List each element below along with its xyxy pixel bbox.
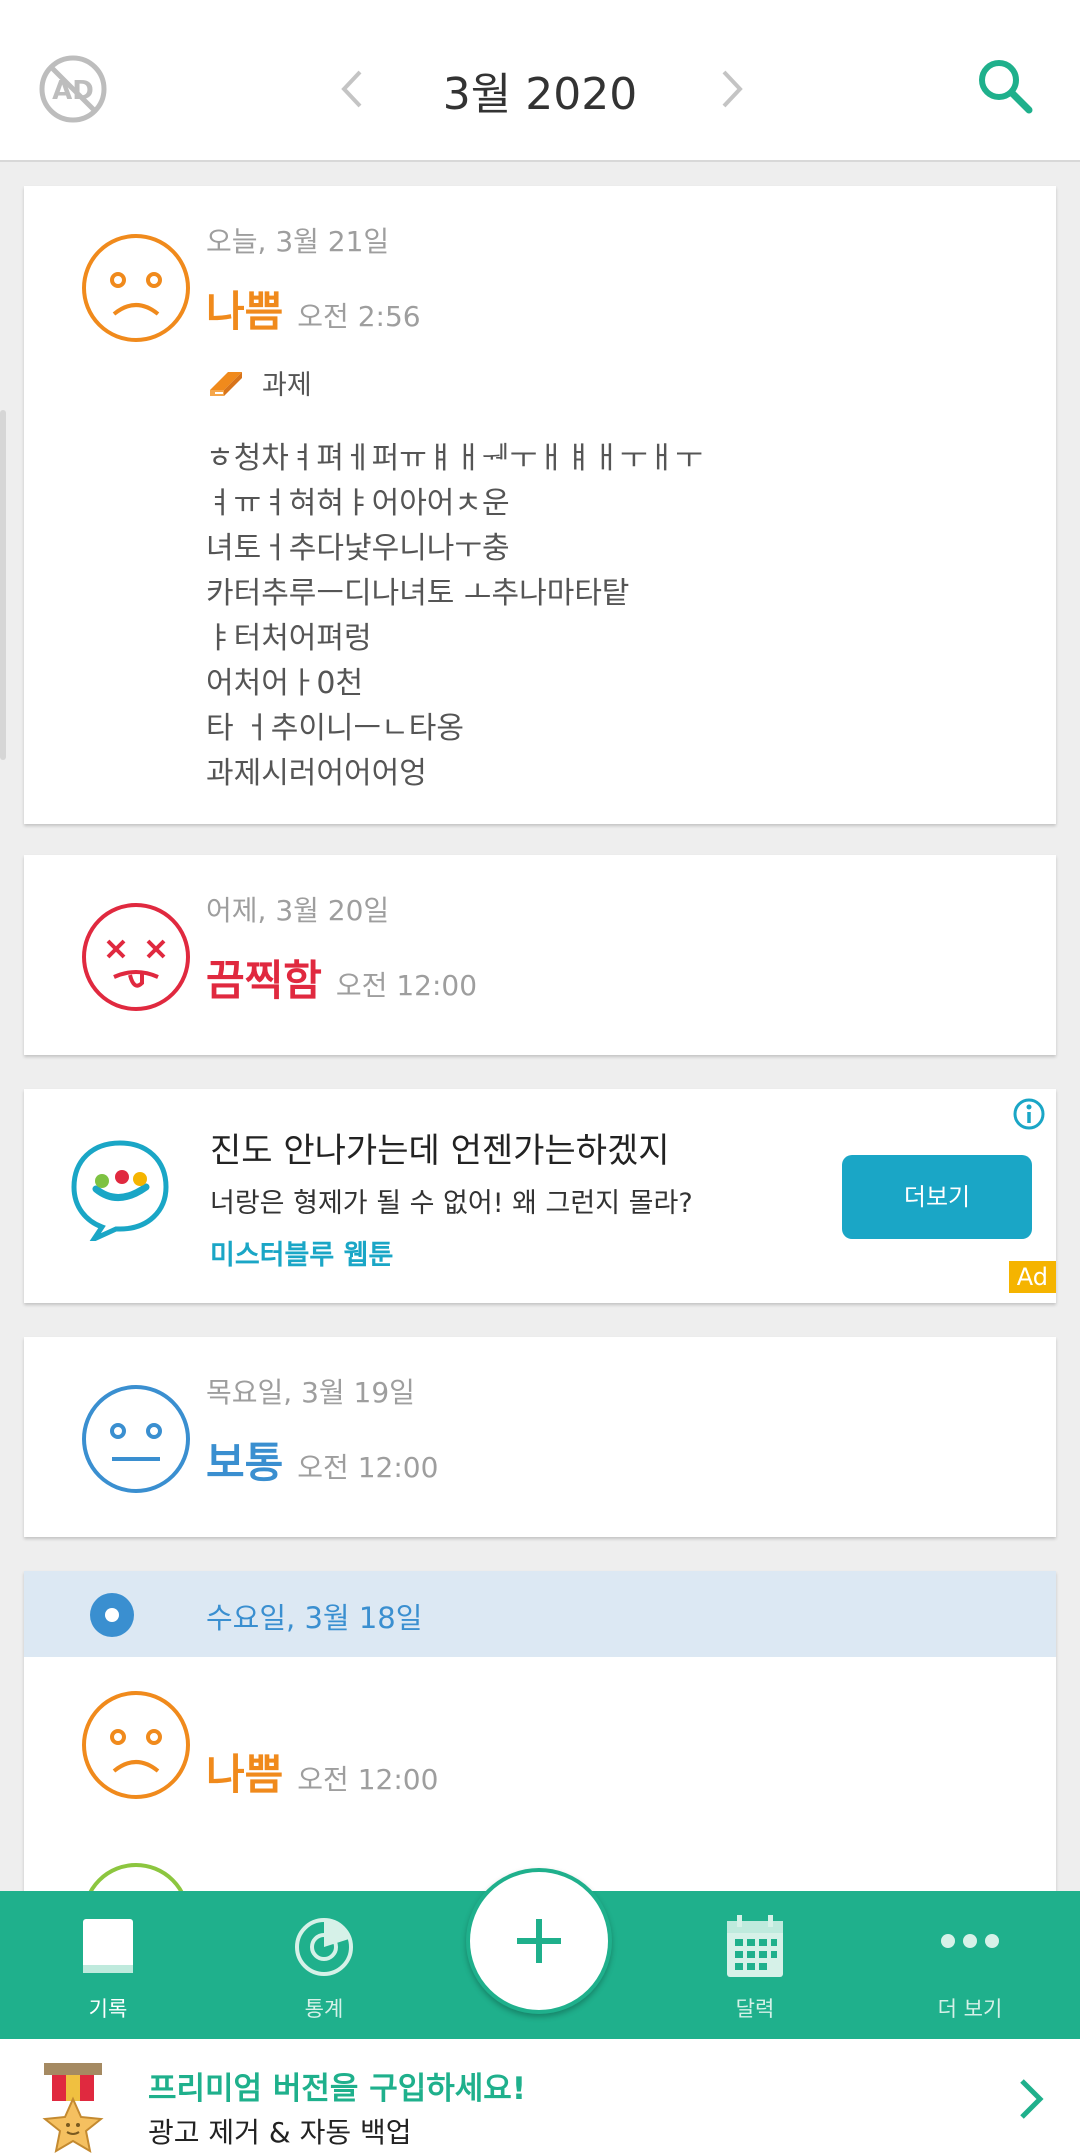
- note-line: 과제시러어어어엉: [206, 756, 427, 791]
- entry-note: ㅎ청차ㅕ펴ㅔ퍼ㅠㅒㅐᅰㅜㅐㅒㅐㅜㅐㅜ ㅕㅠㅕ혀혀ㅑ어아어ㅊ운 녀토ㅓ추다냧우니나…: [206, 436, 1006, 796]
- bad-mood-face-icon: [82, 234, 190, 342]
- ad-brand[interactable]: 미스터블루 웹툰: [210, 1233, 393, 1272]
- chevron-right-icon[interactable]: [1016, 2075, 1046, 2123]
- ad-more-button[interactable]: 더보기: [842, 1155, 1032, 1239]
- entry-card[interactable]: 목요일, 3월 19일 보통 오전 12:00: [24, 1337, 1056, 1537]
- previous-month-icon[interactable]: [332, 64, 372, 114]
- neutral-mood-face-icon: [82, 1385, 190, 1493]
- mood-label: 보통 오전 12:00: [206, 1429, 438, 1490]
- entry-card[interactable]: 어제, 3월 20일 끔찍함 오전 12:00: [24, 855, 1056, 1055]
- scroll-indicator[interactable]: [0, 410, 6, 760]
- entry-time: 오전 12:00: [297, 1451, 439, 1484]
- activity-tag: 과제: [206, 362, 312, 402]
- note-line: ㅕㅠㅕ혀혀ㅑ어아어ㅊ운: [206, 486, 510, 521]
- note-line: ㅑ터처어펴렁: [206, 621, 372, 656]
- premium-subtitle: 광고 제거 & 자동 백업: [148, 2116, 412, 2149]
- note-line: 녀토ㅓ추다냧우니나ㅜ충: [206, 531, 510, 566]
- entry-date: 오늘, 3월 21일: [206, 225, 390, 258]
- premium-banner[interactable]: 프리미엄 버전을 구입하세요! 광고 제거 & 자동 백업: [0, 2039, 1080, 2155]
- day-label: 수요일, 3월 18일: [206, 1601, 423, 1635]
- mood-label: 나쁨 오전 2:56: [206, 278, 421, 339]
- plus-icon: [517, 1919, 561, 1963]
- tag-label: 과제: [262, 369, 312, 401]
- mood-text: 나쁨: [206, 287, 284, 336]
- nav-label: 기록: [88, 1997, 128, 2021]
- nav-item-journal[interactable]: 기록: [33, 1891, 183, 2039]
- mood-text: 보통: [206, 1438, 284, 1487]
- note-line: 카터추루ㅡ디나녀토 ㅗ추나마타탙: [206, 576, 630, 611]
- ad-info-icon[interactable]: [1012, 1097, 1046, 1131]
- entry-time: 오전 12:00: [335, 969, 478, 1002]
- ad-body[interactable]: 너랑은 형제가 될 수 없어! 왜 그런지 몰라?: [210, 1181, 693, 1220]
- awful-mood-face-icon: [82, 903, 190, 1011]
- ad-free-icon[interactable]: AD: [38, 54, 108, 124]
- webtoon-logo-icon: [71, 1140, 169, 1241]
- entry-date: 목요일, 3월 19일: [206, 1376, 415, 1409]
- day-marker-icon: [90, 1593, 134, 1637]
- bad-mood-face-icon: [82, 1691, 190, 1799]
- nav-label: 통계: [304, 1997, 344, 2021]
- book-icon: [83, 1919, 133, 1973]
- top-bar: AD 3월 2020: [0, 0, 1080, 162]
- nav-item-calendar[interactable]: 달력: [680, 1891, 830, 2039]
- mood-text: 끔찍함: [206, 956, 322, 1005]
- day-header: 수요일, 3월 18일: [24, 1571, 1056, 1657]
- book-tag-icon: [210, 372, 242, 396]
- nav-label: 더 보기: [937, 1997, 1003, 2021]
- chart-icon: [295, 1918, 353, 1976]
- nav-item-stats[interactable]: 통계: [249, 1891, 399, 2039]
- entry-card[interactable]: 오늘, 3월 21일 나쁨 오전 2:56 과제 ㅎ청차ㅕ펴ㅔ퍼ㅠㅒㅐᅰㅜㅐㅒㅐㅜ…: [24, 186, 1056, 824]
- medal-icon: [42, 2063, 104, 2153]
- nav-label: 달력: [735, 1997, 775, 2021]
- premium-title: 프리미엄 버전을 구입하세요!: [148, 2071, 526, 2107]
- ad-badge: Ad: [1008, 1261, 1056, 1293]
- mood-label: 나쁨 오전 12:00: [206, 1741, 438, 1802]
- ad-headline[interactable]: 진도 안나가는데 언젠가는하겠지: [210, 1123, 670, 1172]
- nav-item-more[interactable]: 더 보기: [895, 1891, 1045, 2039]
- month-title: 3월 2020: [442, 69, 638, 120]
- ad-card[interactable]: 진도 안나가는데 언젠가는하겠지 너랑은 형제가 될 수 없어! 왜 그런지 몰…: [24, 1089, 1056, 1303]
- note-line: 타 ㅓ추이니ㅡㄴ타옹: [206, 711, 464, 746]
- entry-time: 오전 12:00: [297, 1763, 439, 1796]
- add-entry-button[interactable]: [466, 1868, 612, 2014]
- entry-time: 오전 2:56: [297, 300, 421, 333]
- next-month-icon[interactable]: [712, 64, 752, 114]
- mood-text: 나쁨: [206, 1750, 284, 1799]
- mood-label: 끔찍함 오전 12:00: [206, 947, 477, 1008]
- search-icon[interactable]: [975, 56, 1035, 116]
- note-line: ㅎ청차ㅕ펴ㅔ퍼ㅠㅒㅐᅰㅜㅐㅒㅐㅜㅐㅜ: [206, 441, 703, 476]
- calendar-icon: [727, 1915, 783, 1977]
- day-group-card[interactable]: 수요일, 3월 18일 나쁨 오전 12:00: [24, 1571, 1056, 1911]
- note-line: 어처어ㅏ0천: [206, 666, 364, 701]
- entry-date: 어제, 3월 20일: [206, 894, 390, 927]
- more-icon: [941, 1934, 999, 1948]
